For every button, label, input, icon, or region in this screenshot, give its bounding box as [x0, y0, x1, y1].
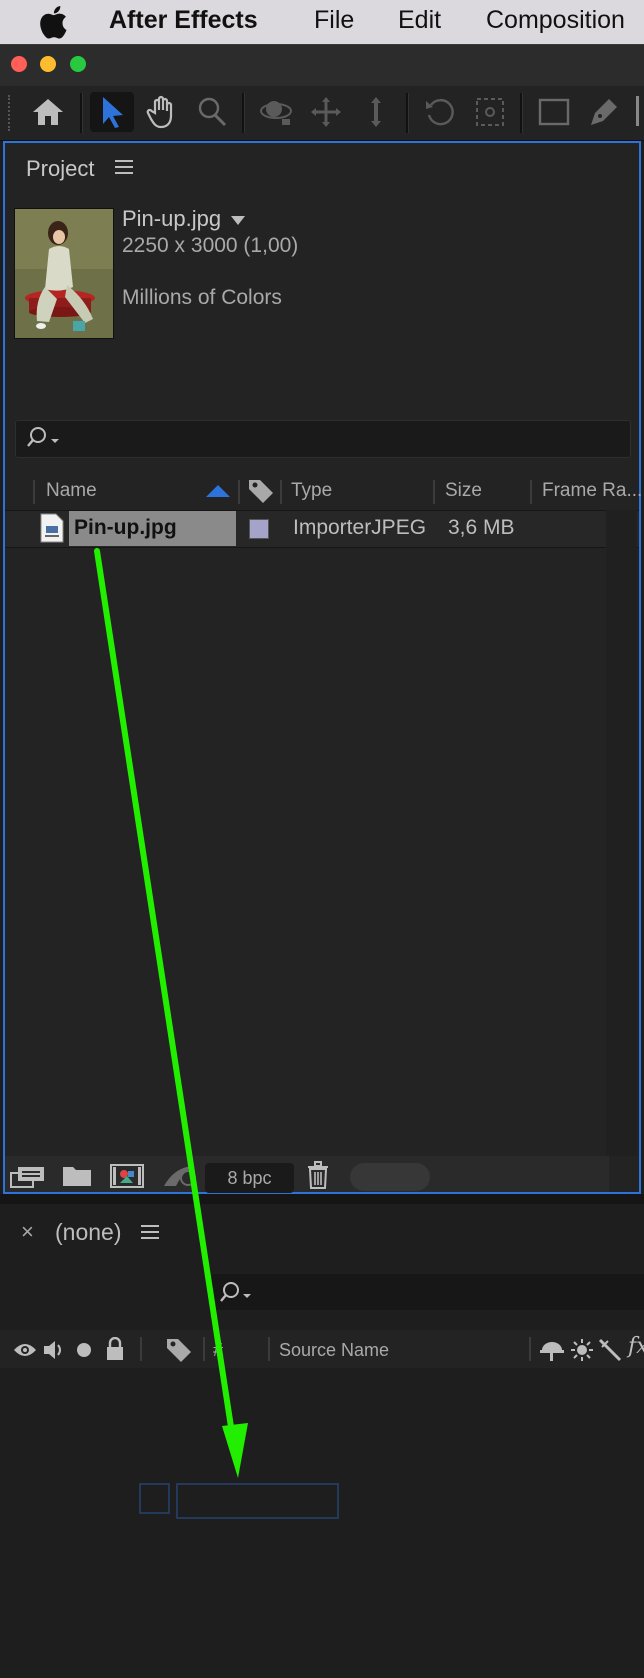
- column-separator: [140, 1337, 142, 1361]
- toolbar-separator: [242, 93, 245, 133]
- pin-up-thumbnail: [14, 208, 114, 339]
- layer-number-column[interactable]: #: [213, 1340, 223, 1361]
- trash-icon[interactable]: [306, 1161, 330, 1194]
- menu-app-name[interactable]: After Effects: [109, 6, 258, 35]
- rotation-tool-icon[interactable]: [418, 92, 462, 132]
- dolly-camera-icon[interactable]: [354, 92, 398, 132]
- rectangle-tool-icon[interactable]: [532, 92, 576, 132]
- column-name[interactable]: Name: [46, 480, 97, 502]
- project-panel-title[interactable]: Project: [26, 156, 94, 182]
- timeline-tab-label[interactable]: (none): [55, 1219, 121, 1246]
- search-icon[interactable]: [219, 1280, 255, 1311]
- item-name-cell[interactable]: Pin-up.jpg: [74, 516, 177, 540]
- orbit-camera-icon[interactable]: [254, 92, 298, 132]
- column-separator: [433, 480, 435, 504]
- item-type-cell: ImporterJPEG: [293, 516, 427, 539]
- toolbar-overflow-edge: [636, 96, 639, 126]
- label-color-swatch[interactable]: [249, 519, 269, 539]
- dropdown-triangle-icon[interactable]: [231, 213, 245, 231]
- shy-switch-icon[interactable]: [539, 1338, 565, 1367]
- timeline-search-input[interactable]: [210, 1274, 644, 1310]
- eye-icon[interactable]: [13, 1340, 37, 1365]
- selected-item-name[interactable]: Pin-up.jpg: [122, 206, 221, 232]
- anchor-point-tool-icon[interactable]: [468, 92, 512, 132]
- column-separator: [268, 1337, 270, 1361]
- toolbar-separator: [406, 93, 409, 133]
- column-separator: [33, 480, 35, 504]
- column-separator: [280, 480, 282, 504]
- column-separator: [238, 480, 240, 504]
- interpret-footage-icon[interactable]: [10, 1163, 46, 1194]
- column-type[interactable]: Type: [291, 480, 332, 502]
- column-separator: [529, 1337, 531, 1361]
- label-tag-icon[interactable]: [247, 477, 275, 510]
- minimize-window-button[interactable]: [40, 56, 56, 72]
- search-icon[interactable]: [27, 425, 63, 456]
- item-color-depth: Millions of Colors: [122, 286, 282, 309]
- menu-composition[interactable]: Composition: [486, 6, 625, 35]
- selection-tool-icon[interactable]: [90, 92, 134, 132]
- apple-logo-icon[interactable]: [38, 5, 68, 44]
- close-window-button[interactable]: [11, 56, 27, 72]
- project-settings-icon[interactable]: [162, 1164, 198, 1193]
- column-frame-rate[interactable]: Frame Ra...: [542, 480, 642, 502]
- panel-menu-icon[interactable]: [141, 1224, 159, 1245]
- toolbar-grip[interactable]: [8, 95, 14, 131]
- new-composition-icon[interactable]: [110, 1163, 144, 1194]
- new-folder-icon[interactable]: [62, 1164, 92, 1193]
- label-tag-icon[interactable]: [165, 1336, 193, 1369]
- zoom-window-button[interactable]: [70, 56, 86, 72]
- layer-drop-placeholder[interactable]: [176, 1483, 339, 1519]
- item-size-cell: 3,6 MB: [448, 516, 515, 539]
- menu-file[interactable]: File: [314, 6, 354, 35]
- column-separator: [203, 1337, 205, 1361]
- footer-slider[interactable]: [350, 1163, 430, 1191]
- effects-fx-icon[interactable]: fx: [628, 1334, 644, 1359]
- solo-icon[interactable]: [77, 1343, 91, 1357]
- jpeg-file-icon: [40, 513, 64, 548]
- window-titlebar: [0, 44, 644, 87]
- quality-switch-icon[interactable]: [598, 1338, 622, 1367]
- panel-divider[interactable]: [0, 1194, 644, 1204]
- panel-menu-icon[interactable]: [115, 159, 133, 180]
- hand-tool-icon[interactable]: [140, 92, 184, 132]
- close-tab-icon[interactable]: ×: [21, 1219, 34, 1245]
- lock-icon[interactable]: [105, 1336, 125, 1366]
- toolbar-separator: [80, 93, 83, 133]
- column-size[interactable]: Size: [445, 480, 482, 502]
- home-icon[interactable]: [28, 92, 68, 132]
- project-search-input[interactable]: [15, 420, 631, 458]
- audio-icon[interactable]: [42, 1338, 66, 1367]
- menu-edit[interactable]: Edit: [398, 6, 441, 35]
- toolbar-separator: [520, 93, 523, 133]
- project-scrollbar[interactable]: [606, 510, 637, 1156]
- sort-ascending-icon[interactable]: [205, 484, 231, 503]
- layer-drop-placeholder-small[interactable]: [139, 1483, 170, 1514]
- zoom-tool-icon[interactable]: [190, 92, 234, 132]
- collapse-transformations-icon[interactable]: [570, 1338, 594, 1367]
- pen-tool-icon[interactable]: [582, 92, 626, 132]
- color-depth-button[interactable]: 8 bpc: [205, 1163, 294, 1193]
- pan-camera-icon[interactable]: [304, 92, 348, 132]
- item-dimensions: 2250 x 3000 (1,00): [122, 234, 299, 257]
- column-separator: [530, 480, 532, 504]
- source-name-column[interactable]: Source Name: [279, 1340, 389, 1361]
